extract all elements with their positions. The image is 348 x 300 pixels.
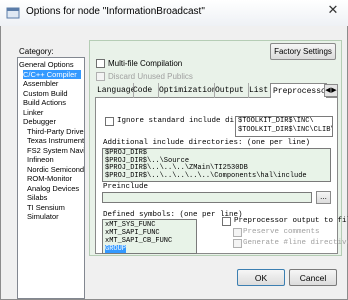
category-item[interactable]: Infineon	[27, 155, 54, 164]
system-include-dir: $TOOLKIT_DIR$\INC\CLIB\	[238, 126, 333, 134]
preinclude-label: Preinclude	[103, 183, 149, 191]
symbol-line: xMT_SAPI_FUNC	[105, 229, 160, 237]
category-item[interactable]: Assembler	[23, 79, 58, 88]
category-item[interactable]: Custom Build	[23, 89, 68, 98]
preinclude-input[interactable]	[102, 192, 312, 203]
category-label: Category:	[19, 47, 54, 56]
close-button[interactable]: ✕	[318, 0, 348, 20]
close-icon: ✕	[327, 2, 339, 17]
preserve-comments-checkbox	[233, 228, 242, 237]
cancel-button[interactable]: Cancel	[289, 269, 337, 286]
ok-button[interactable]: OK	[237, 269, 285, 286]
multifile-compilation-label: Multi-file Compilation	[108, 59, 183, 68]
multifile-compilation-checkbox[interactable]	[96, 59, 105, 68]
category-item[interactable]: Linker	[23, 108, 43, 117]
discard-unused-publics-checkbox	[96, 72, 105, 81]
category-item[interactable]: Third-Party Driver	[27, 127, 84, 136]
discard-unused-publics-label: Discard Unused Publics	[108, 72, 193, 81]
category-item[interactable]: Analog Devices	[27, 184, 79, 193]
app-icon	[6, 7, 20, 19]
tab-code[interactable]: Code	[131, 83, 159, 98]
generate-line-checkbox	[233, 239, 242, 248]
system-include-dir: $TOOLKIT_DIR$\INC\	[238, 117, 314, 125]
category-item[interactable]: Simulator	[27, 212, 59, 221]
preserve-comments-label: Preserve comments	[243, 228, 320, 236]
window-title: Options for node "InformationBroadcast"	[26, 6, 205, 17]
additional-include-textarea[interactable]: $PROJ_DIR$ $PROJ_DIR$\..\Source $PROJ_DI…	[102, 148, 331, 182]
tab-output[interactable]: Output	[213, 83, 249, 98]
tab-strip: Language Code Optimizations Output List …	[95, 83, 338, 100]
category-item[interactable]: Texas Instruments	[27, 136, 84, 145]
category-item[interactable]: ROM-Monitor	[27, 174, 72, 183]
category-item[interactable]: FS2 System Navigator	[27, 146, 84, 155]
category-item[interactable]: Silabs	[27, 193, 47, 202]
system-include-dirs: $TOOLKIT_DIR$\INC\ $TOOLKIT_DIR$\INC\CLI…	[235, 116, 333, 137]
generate-line-label: Generate #line directives	[243, 239, 348, 247]
category-item[interactable]: TI Sensium	[27, 203, 65, 212]
symbol-line-selected: GROUP	[105, 245, 194, 253]
category-item[interactable]: C/C++ Compiler	[23, 69, 81, 79]
preinclude-browse-button[interactable]: ...	[316, 191, 331, 204]
additional-include-label: Additional include directories: (one per…	[103, 139, 311, 147]
category-item[interactable]: Debugger	[23, 117, 56, 126]
include-line: $PROJ_DIR$\..\..\..\..\..\Components\hal…	[105, 171, 307, 180]
tab-scroll[interactable]: ◀ ▶	[324, 84, 338, 97]
category-item[interactable]: General Options	[19, 60, 74, 69]
selected-symbol: GROUP	[105, 245, 127, 253]
ignore-std-include-checkbox[interactable]	[105, 117, 114, 126]
category-item[interactable]: Nordic Semiconductor	[27, 165, 84, 174]
category-item[interactable]: Build Actions	[23, 98, 66, 107]
preprocessor-output-label: Preprocessor output to file	[234, 217, 348, 225]
tab-optimizations[interactable]: Optimizations	[157, 83, 215, 98]
defined-symbols-textarea[interactable]: xMT_SYS_FUNC xMT_SAPI_FUNC xMT_SAPI_CB_F…	[102, 219, 197, 254]
scroll-right-icon[interactable]: ▶	[331, 85, 337, 96]
symbol-line: xMT_SYS_FUNC	[105, 221, 156, 229]
tab-language[interactable]: Language	[95, 83, 134, 98]
category-list[interactable]: General Options C/C++ Compiler Assembler Cu…	[17, 57, 85, 299]
preprocessor-output-checkbox[interactable]	[222, 217, 231, 226]
symbol-line: xMT_SAPI_CB_FUNC	[105, 237, 173, 245]
factory-settings-button[interactable]: Factory Settings	[270, 43, 336, 60]
